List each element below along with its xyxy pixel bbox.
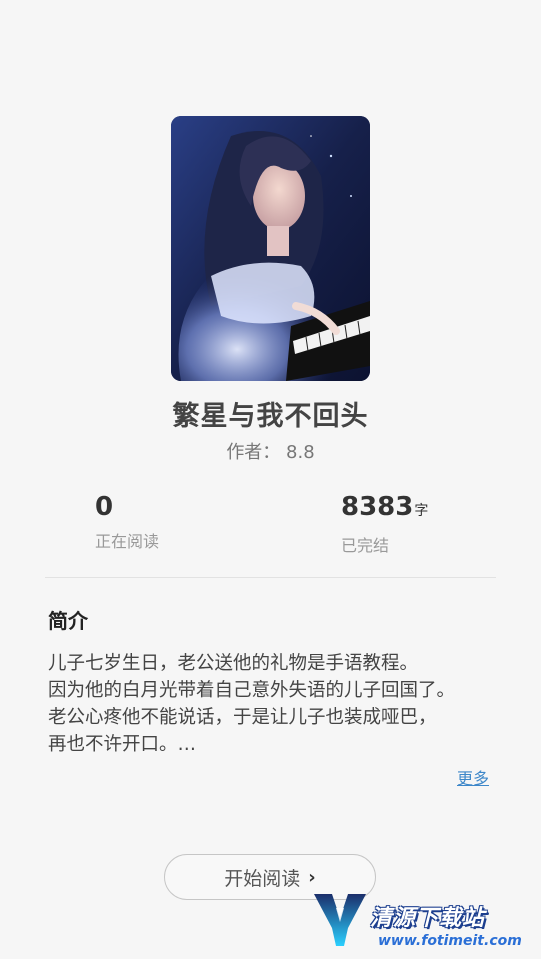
intro-text: 儿子七岁生日，老公送他的礼物是手语教程。 因为他的白月光带着自己意外失语的儿子回… (48, 653, 456, 755)
divider (45, 577, 496, 578)
book-title: 繁星与我不回头 (172, 401, 369, 432)
watermark-name: 清源下载站 (370, 906, 486, 931)
completion-status: 已完结 (341, 536, 390, 555)
watermark: 清源下载站 www.fotimeit.com (310, 888, 522, 956)
word-count-unit: 字 (414, 503, 429, 519)
more-link[interactable]: 更多 (457, 765, 489, 789)
reading-label: 正在阅读 (95, 532, 160, 551)
book-author: 作者： 8.8 (226, 442, 315, 463)
book-cover-image (171, 116, 370, 381)
word-count: 8383字 (341, 490, 428, 528)
watermark-url: www.fotimeit.com (378, 933, 522, 949)
word-count-stat: 8383字 已完结 (341, 490, 428, 556)
watermark-logo-icon (314, 894, 366, 946)
start-reading-label: 开始阅读 (224, 867, 301, 890)
word-count-value: 8383 (341, 492, 414, 522)
reading-stat: 0 正在阅读 (95, 490, 159, 552)
chevron-right-icon: › (308, 866, 316, 888)
intro-heading: 简介 (48, 609, 88, 633)
reading-count: 0 (95, 492, 114, 522)
